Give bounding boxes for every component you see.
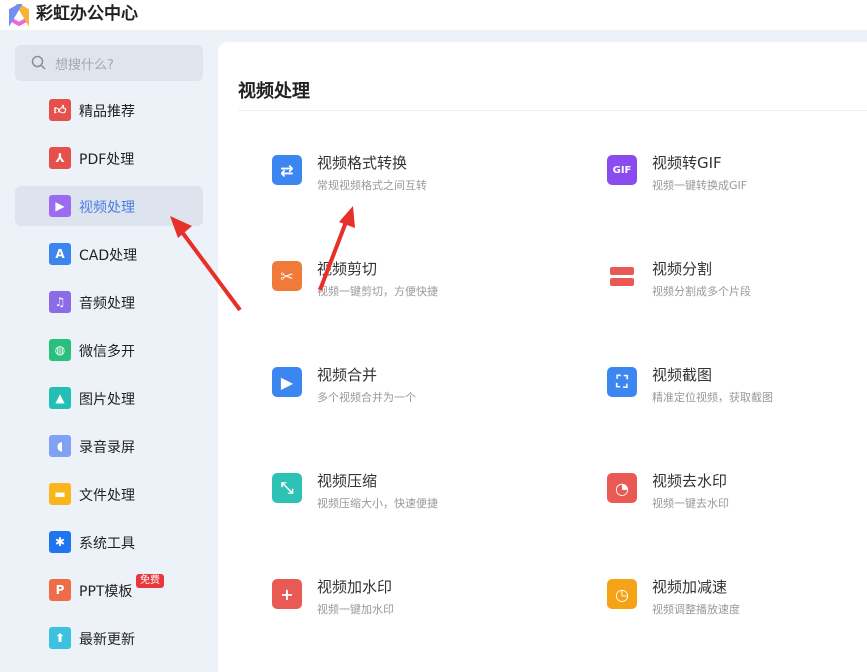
red-arrow-icon xyxy=(318,206,355,291)
red-arrow-icon xyxy=(170,216,242,312)
annotation-arrows xyxy=(170,206,355,312)
